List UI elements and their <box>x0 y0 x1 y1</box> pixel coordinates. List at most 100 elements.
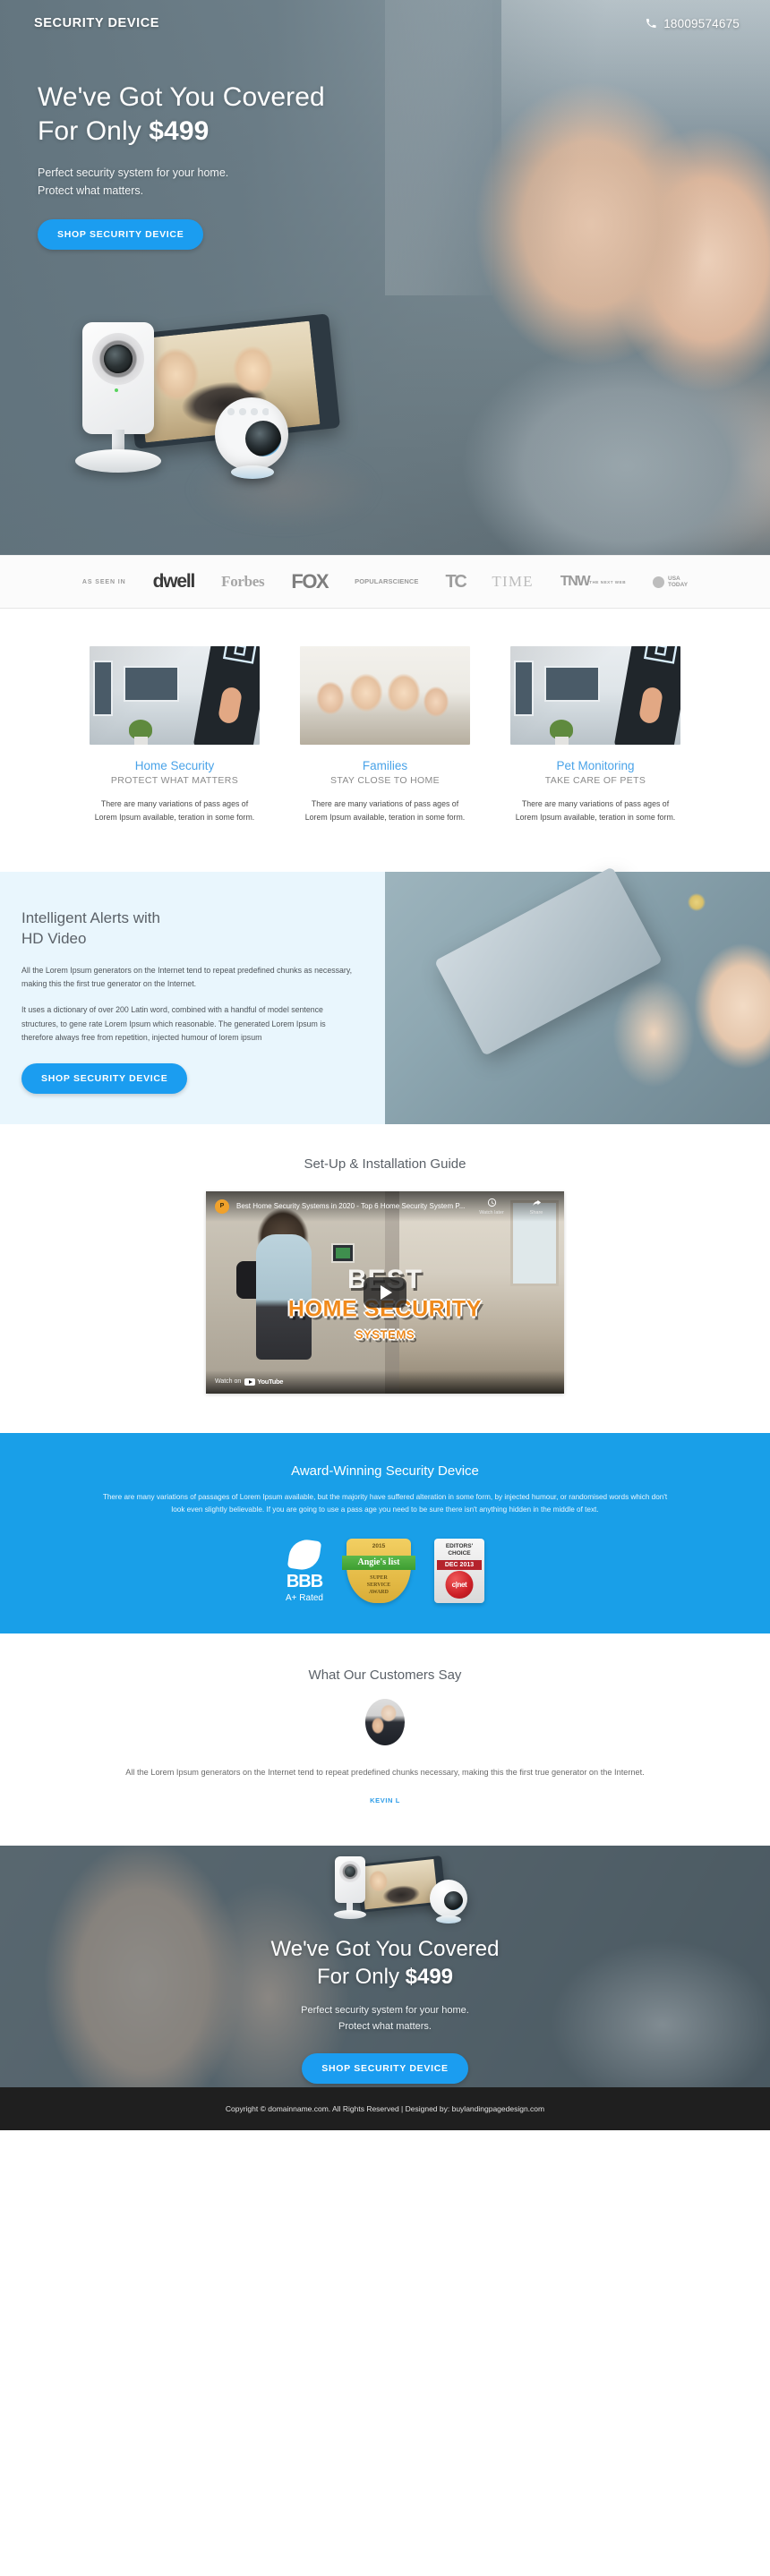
bottom-cta-heading: We've Got You Covered For Only $499 <box>0 1935 770 1992</box>
alerts-heading: Intelligent Alerts with HD Video <box>21 908 358 950</box>
clock-icon <box>487 1198 497 1209</box>
hero-heading-line2: For Only <box>38 116 150 147</box>
footer: Copyright © domainname.com. All Rights R… <box>0 2086 770 2130</box>
top-bar: SECURITY DEVICE 18009574675 <box>0 0 770 30</box>
phone-link[interactable]: 18009574675 <box>646 17 740 30</box>
watch-later-button[interactable]: Watch later <box>473 1198 510 1215</box>
bottom-heading-line1: We've Got You Covered <box>270 1936 500 1961</box>
angies-line3: AWARD <box>368 1589 389 1595</box>
hero-price: $499 <box>149 116 210 147</box>
alerts-shop-button[interactable]: SHOP SECURITY DEVICE <box>21 1062 188 1094</box>
logo-forbes: Forbes <box>221 573 265 590</box>
badge-bbb: BBB A+ Rated <box>286 1537 323 1603</box>
logo-tnw-mark: TNW <box>560 574 591 589</box>
footer-copyright: Copyright © domainname.com. All Rights R… <box>225 2103 545 2113</box>
feature-title: Pet Monitoring <box>556 759 635 772</box>
house-lock-icon <box>222 646 257 664</box>
testimonial-author: KEVIN L <box>370 1796 400 1804</box>
landing-page: SECURITY DEVICE 18009574675 We've Got Yo… <box>0 0 770 2130</box>
press-logos-bar: AS SEEN IN dwell Forbes FOX POPULAR SCIE… <box>0 555 770 609</box>
video-thumb-line3: SYSTEMS <box>355 1327 415 1342</box>
award-section: Award-Winning Security Device There are … <box>0 1432 770 1633</box>
alerts-copy: Intelligent Alerts with HD Video All the… <box>0 872 385 1124</box>
hero-product-images <box>56 313 378 530</box>
award-paragraph: There are many variations of passages of… <box>102 1492 668 1514</box>
youtube-channel-avatar[interactable]: P <box>215 1198 229 1214</box>
logo-fox: FOX <box>291 570 329 593</box>
logo-the-next-web: TNW THE NEXT WEB <box>560 575 626 589</box>
logo-usa-line1: USA <box>668 575 680 582</box>
bbb-title: BBB <box>286 1571 323 1591</box>
award-heading: Award-Winning Security Device <box>291 1463 479 1479</box>
youtube-logo[interactable]: YouTube <box>244 1378 283 1386</box>
alerts-image <box>385 866 770 1124</box>
feature-title: Home Security <box>134 759 215 772</box>
video-section: Set-Up & Installation Guide BEST HOME SE… <box>0 1123 770 1433</box>
feature-image-home-security <box>90 646 260 745</box>
angies-year: 2015 <box>372 1542 386 1549</box>
youtube-top-bar: P Best Home Security Systems in 2020 - T… <box>206 1190 564 1222</box>
phone-number: 18009574675 <box>663 16 740 30</box>
cnet-line1: EDITORS' <box>445 1542 474 1549</box>
youtube-video-title[interactable]: Best Home Security Systems in 2020 - Top… <box>236 1202 466 1210</box>
feature-text: There are many variations of pass ages o… <box>515 799 676 823</box>
usa-today-dot-icon <box>653 576 665 588</box>
play-triangle-icon <box>381 1284 392 1300</box>
logo-popsci-line2: SCIENCE <box>388 576 419 585</box>
logo-time: TIME <box>492 573 534 590</box>
ball-camera-base <box>231 465 274 479</box>
cnet-editors-choice-label: EDITORS' CHOICE <box>434 1543 484 1557</box>
watch-later-label: Watch later <box>479 1209 504 1215</box>
hero-heading: We've Got You Covered For Only $499 <box>38 81 421 149</box>
logo-popsci-line1: POPULAR <box>355 576 389 585</box>
alerts-section: Intelligent Alerts with HD Video All the… <box>0 866 770 1124</box>
angies-title: Angie's list <box>341 1555 415 1570</box>
testimonial-section: What Our Customers Say All the Lorem Ips… <box>0 1633 770 1846</box>
logo-tnw-tagline: THE NEXT WEB <box>589 580 627 584</box>
award-badges: BBB A+ Rated 2015 Angie's list SUPER SER… <box>0 1537 770 1603</box>
tablet-in-hand-image <box>434 866 663 1056</box>
logo-usa-line2: TODAY <box>668 582 689 588</box>
feature-text: There are many variations of pass ages o… <box>304 799 466 823</box>
bottom-price: $499 <box>405 1965 454 1990</box>
ball-camera-image <box>215 397 288 471</box>
play-button[interactable] <box>364 1276 406 1308</box>
logo-techcrunch: TC <box>445 571 467 592</box>
hero-shop-button[interactable]: SHOP SECURITY DEVICE <box>38 219 204 251</box>
feature-subtitle: STAY CLOSE TO HOME <box>329 775 441 786</box>
share-icon <box>532 1198 542 1209</box>
badge-cnet-editors-choice: EDITORS' CHOICE DEC 2013 c|net <box>433 1538 484 1603</box>
feature-card-pet-monitoring: Pet Monitoring TAKE CARE OF PETS There a… <box>510 646 680 825</box>
hero-sub-line2: Protect what matters. <box>38 184 144 198</box>
cnet-date: DEC 2013 <box>436 1559 482 1570</box>
youtube-wordmark: YouTube <box>257 1378 284 1386</box>
bottom-shop-button[interactable]: SHOP SECURITY DEVICE <box>302 2052 468 2084</box>
badge-angies-list: 2015 Angie's list SUPER SERVICE AWARD <box>341 1538 415 1603</box>
bottom-sub-line1: Perfect security system for your home. <box>301 2005 469 2017</box>
hero-section: SECURITY DEVICE 18009574675 We've Got Yo… <box>0 0 770 555</box>
feature-card-families: Families STAY CLOSE TO HOME There are ma… <box>300 646 470 825</box>
youtube-player[interactable]: BEST HOME SECURITY SYSTEMS P Best Home S… <box>206 1190 564 1394</box>
alerts-paragraph-1: All the Lorem Ipsum generators on the In… <box>21 965 353 989</box>
camera-base <box>75 449 161 473</box>
share-button[interactable]: Share <box>518 1198 555 1215</box>
feature-text: There are many variations of pass ages o… <box>94 799 255 823</box>
hero-heading-line1: We've Got You Covered <box>38 82 325 112</box>
bottom-heading-line2: For Only <box>316 1965 406 1990</box>
angies-line2: SERVICE <box>366 1582 391 1588</box>
brand-logo[interactable]: SECURITY DEVICE <box>34 16 159 30</box>
cnet-brand-mark: c|net <box>445 1570 474 1599</box>
feature-card-home-security: Home Security PROTECT WHAT MATTERS There… <box>90 646 260 825</box>
logo-dwell: dwell <box>152 571 196 592</box>
hero-copy: We've Got You Covered For Only $499 Perf… <box>0 30 421 251</box>
feature-image-pet-monitoring <box>510 646 680 745</box>
cnet-line2: CHOICE <box>448 1549 471 1557</box>
alerts-heading-line1: Intelligent Alerts with <box>21 908 160 926</box>
phone-icon <box>646 18 656 29</box>
bbb-rating: A+ Rated <box>286 1592 323 1603</box>
hero-subtext: Perfect security system for your home. P… <box>38 164 421 200</box>
logo-usa-today: USA TODAY <box>653 576 688 588</box>
testimonial-quote: All the Lorem Ipsum generators on the In… <box>125 1767 645 1777</box>
features-section: Home Security PROTECT WHAT MATTERS There… <box>0 609 770 872</box>
logo-popular-science: POPULAR SCIENCE <box>355 576 419 585</box>
